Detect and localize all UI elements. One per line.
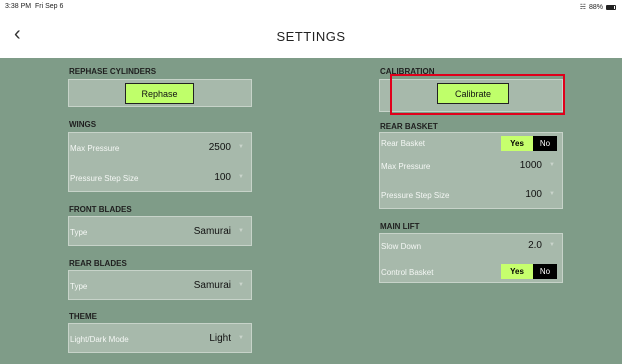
rear-basket-label: Rear Basket — [381, 139, 426, 148]
rephase-button[interactable]: Rephase — [125, 83, 194, 104]
chevron-down-icon: ▼ — [549, 242, 555, 248]
chevron-down-icon: ▼ — [238, 282, 244, 288]
front-blades-card: Type Samurai ▼ — [68, 216, 252, 246]
rear-blades-type-label: Type — [70, 282, 88, 291]
wings-card: Max Pressure 2500 ▼ Pressure Step Size 1… — [68, 132, 252, 192]
wings-max-pressure-label: Max Pressure — [70, 144, 120, 153]
rear-basket-step-row[interactable]: Pressure Step Size 100 ▼ — [380, 180, 564, 210]
control-basket-yes[interactable]: Yes — [501, 264, 533, 279]
battery-fill — [607, 5, 615, 9]
calibrate-highlight-box — [390, 74, 565, 115]
wings-max-pressure-row[interactable]: Max Pressure 2500 ▼ — [69, 133, 253, 163]
main-lift-slow-row[interactable]: Slow Down 2.0 ▼ — [380, 234, 564, 260]
rear-basket-toggle[interactable]: Yes No — [501, 136, 557, 151]
front-blades-title: FRONT BLADES — [69, 205, 132, 214]
chevron-down-icon: ▼ — [549, 162, 555, 168]
main-lift-card: Slow Down 2.0 ▼ Control Basket Yes No — [379, 233, 563, 283]
rear-basket-yes[interactable]: Yes — [501, 136, 533, 151]
battery-percent: 88% — [588, 3, 603, 11]
chevron-down-icon: ▼ — [238, 174, 244, 180]
rear-basket-max-pressure-label: Max Pressure — [381, 162, 431, 171]
rear-basket-title: REAR BASKET — [380, 122, 438, 131]
rear-basket-step-value: 100 — [525, 189, 542, 200]
rephase-card: Rephase — [68, 79, 252, 107]
page-title: SETTINGS — [276, 29, 346, 44]
main-lift-title: MAIN LIFT — [380, 222, 420, 231]
rear-basket-max-pressure-row[interactable]: Max Pressure 1000 ▼ — [380, 151, 564, 181]
theme-mode-value: Light — [209, 333, 231, 344]
rear-blades-type-row[interactable]: Type Samurai ▼ — [69, 271, 253, 301]
status-right: ☵ 88% — [580, 3, 616, 11]
main-lift-slow-value: 2.0 — [528, 240, 542, 251]
control-basket-no[interactable]: No — [533, 264, 557, 279]
main-lift-control-label: Control Basket — [381, 268, 434, 277]
front-blades-type-value: Samurai — [193, 226, 231, 237]
chevron-down-icon: ▼ — [238, 335, 244, 341]
theme-mode-row[interactable]: Light/Dark Mode Light ▼ — [69, 324, 253, 354]
rear-blades-type-value: Samurai — [193, 280, 231, 291]
wifi-icon: ☵ — [579, 4, 586, 11]
wings-title: WINGS — [69, 120, 97, 129]
chevron-down-icon: ▼ — [549, 191, 555, 197]
rear-basket-step-label: Pressure Step Size — [381, 191, 450, 200]
theme-title: THEME — [69, 312, 97, 321]
control-basket-toggle[interactable]: Yes No — [501, 264, 557, 279]
nav-bar: ‹ SETTINGS — [0, 14, 622, 58]
wings-step-label: Pressure Step Size — [70, 174, 139, 183]
wings-step-value: 100 — [214, 172, 231, 183]
chevron-down-icon: ▼ — [238, 228, 244, 234]
wings-max-pressure-value: 2500 — [208, 142, 231, 153]
status-time: 3:38 PM Fri Sep 6 — [5, 3, 64, 10]
front-blades-type-label: Type — [70, 228, 88, 237]
rear-basket-no[interactable]: No — [533, 136, 557, 151]
rear-basket-card: Rear Basket Yes No Max Pressure 1000 ▼ P… — [379, 132, 563, 209]
rephase-title: REPHASE CYLINDERS — [69, 67, 157, 76]
status-bar: 3:38 PM Fri Sep 6 ☵ 88% — [0, 0, 622, 14]
battery-icon — [606, 4, 616, 10]
rear-blades-title: REAR BLADES — [69, 259, 127, 268]
main-lift-control-row: Control Basket Yes No — [380, 258, 564, 284]
wings-step-row[interactable]: Pressure Step Size 100 ▼ — [69, 163, 253, 193]
rear-blades-card: Type Samurai ▼ — [68, 270, 252, 300]
front-blades-type-row[interactable]: Type Samurai ▼ — [69, 217, 253, 247]
rear-basket-max-pressure-value: 1000 — [519, 160, 542, 171]
theme-card: Light/Dark Mode Light ▼ — [68, 323, 252, 353]
chevron-down-icon: ▼ — [238, 144, 244, 150]
main-lift-slow-label: Slow Down — [381, 242, 422, 251]
theme-mode-label: Light/Dark Mode — [70, 335, 129, 344]
